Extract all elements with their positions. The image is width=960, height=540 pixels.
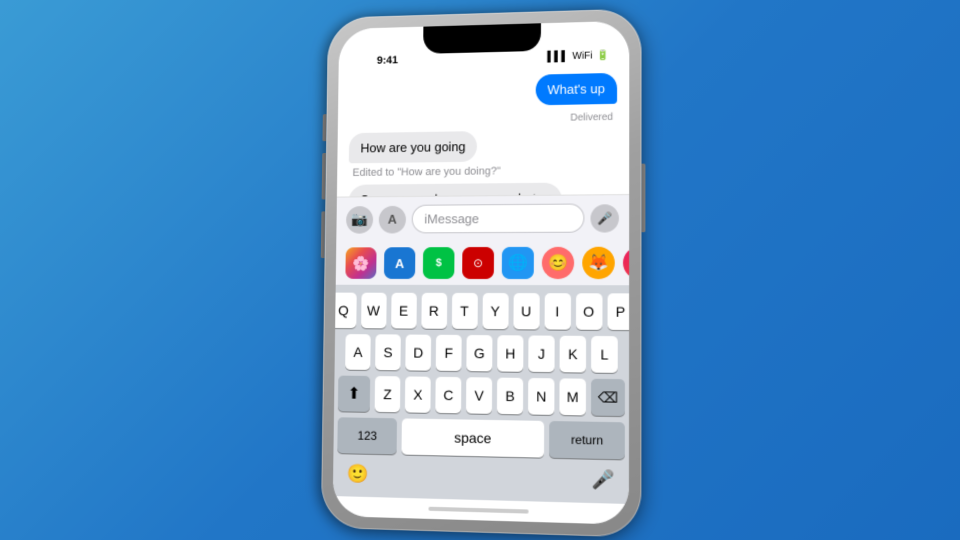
imessage-input[interactable]: iMessage [412, 203, 585, 233]
key-s[interactable]: S [375, 334, 401, 370]
received-message-1-text: How are you going [360, 139, 465, 155]
globe-app-icon[interactable]: 🌐 [502, 247, 534, 279]
status-icons: ▌▌▌ WiFi 🔋 [547, 50, 609, 62]
numbers-key[interactable]: 123 [337, 417, 397, 454]
phone-frame: 9:41 ▌▌▌ WiFi 🔋 What's up Delivered [321, 8, 642, 537]
messages-area: What's up Delivered How are you going Ed… [337, 65, 629, 197]
key-k[interactable]: K [560, 336, 587, 373]
keyboard: Q W E R T Y U I O P A S [333, 285, 629, 504]
sent-message: What's up [535, 73, 617, 106]
mic-icon: 🎤 [597, 211, 612, 225]
key-q[interactable]: Q [333, 293, 357, 329]
keyboard-row-2: A S D F G H J K L [338, 334, 625, 373]
key-v[interactable]: V [466, 377, 492, 414]
sent-message-text: What's up [547, 81, 605, 97]
key-u[interactable]: U [513, 293, 539, 329]
key-w[interactable]: W [361, 293, 387, 329]
notch [423, 23, 541, 54]
key-c[interactable]: C [435, 377, 461, 414]
imessage-placeholder: iMessage [424, 211, 479, 226]
key-z[interactable]: Z [375, 376, 401, 412]
battery-icon: 🔋 [596, 50, 609, 61]
appstore-app-icon[interactable]: A [384, 247, 415, 279]
appstore-button[interactable]: A [379, 205, 406, 233]
key-o[interactable]: O [575, 293, 602, 330]
key-t[interactable]: T [451, 293, 477, 329]
key-y[interactable]: Y [482, 293, 508, 329]
shift-key[interactable]: ⬆ [338, 376, 370, 412]
space-key[interactable]: space [402, 418, 545, 457]
key-n[interactable]: N [528, 378, 554, 415]
phone-wrapper: 9:41 ▌▌▌ WiFi 🔋 What's up Delivered [321, 8, 642, 537]
appstore-icon: A [388, 212, 397, 227]
delete-key[interactable]: ⌫ [591, 379, 625, 416]
phone-screen: 9:41 ▌▌▌ WiFi 🔋 What's up Delivered [333, 21, 630, 525]
received-message-2: Can you send me a screenshot of that? [348, 183, 562, 197]
wifi-icon: WiFi [572, 51, 592, 62]
key-a[interactable]: A [345, 334, 371, 370]
input-bar: 📷 A iMessage 🎤 [336, 194, 629, 242]
key-x[interactable]: X [405, 376, 431, 412]
delivered-label: Delivered [349, 112, 617, 128]
key-h[interactable]: H [497, 335, 523, 372]
avatar2-app-icon[interactable]: 🦊 [582, 247, 615, 279]
home-indicator [333, 496, 629, 525]
key-b[interactable]: B [497, 378, 523, 415]
cash-app-icon[interactable]: $ [423, 247, 455, 279]
key-e[interactable]: E [391, 293, 417, 329]
key-f[interactable]: F [436, 335, 462, 371]
key-r[interactable]: R [421, 293, 447, 329]
key-p[interactable]: P [607, 293, 629, 330]
keyboard-bottom: 🙂 🎤 [337, 459, 625, 500]
status-time: 9:41 [377, 54, 398, 66]
key-m[interactable]: M [559, 378, 586, 415]
mic-button[interactable]: 🎤 [590, 204, 619, 232]
return-key[interactable]: return [550, 421, 625, 459]
key-g[interactable]: G [466, 335, 492, 371]
target-app-icon[interactable]: ⊙ [462, 247, 494, 279]
camera-icon: 📷 [351, 211, 368, 228]
key-j[interactable]: J [528, 335, 554, 372]
key-d[interactable]: D [405, 335, 431, 371]
keyboard-row-1: Q W E R T Y U I O P [339, 293, 625, 330]
avatar1-app-icon[interactable]: 😊 [542, 247, 574, 279]
power-button [641, 164, 645, 233]
key-i[interactable]: I [544, 293, 570, 330]
signal-icon: ▌▌▌ [547, 51, 568, 62]
app-icons-strip: 🌸 A $ ⊙ 🌐 😊 🦊 ❤ [336, 241, 629, 286]
screen-content: 9:41 ▌▌▌ WiFi 🔋 What's up Delivered [333, 21, 630, 525]
emoji-icon[interactable]: 🙂 [347, 463, 369, 485]
received-message-1: How are you going [349, 131, 478, 163]
home-bar [429, 507, 529, 514]
key-l[interactable]: L [591, 336, 618, 373]
camera-button[interactable]: 📷 [346, 206, 373, 234]
heart-app-icon[interactable]: ❤ [623, 247, 629, 280]
edited-label: Edited to "How are you doing?" [349, 165, 501, 179]
dictation-icon[interactable]: 🎤 [591, 469, 614, 491]
keyboard-row-3: ⬆ Z X C V B N M ⌫ [338, 376, 625, 417]
keyboard-row-4: 123 space return [337, 417, 625, 459]
photos-app-icon[interactable]: 🌸 [345, 247, 376, 279]
